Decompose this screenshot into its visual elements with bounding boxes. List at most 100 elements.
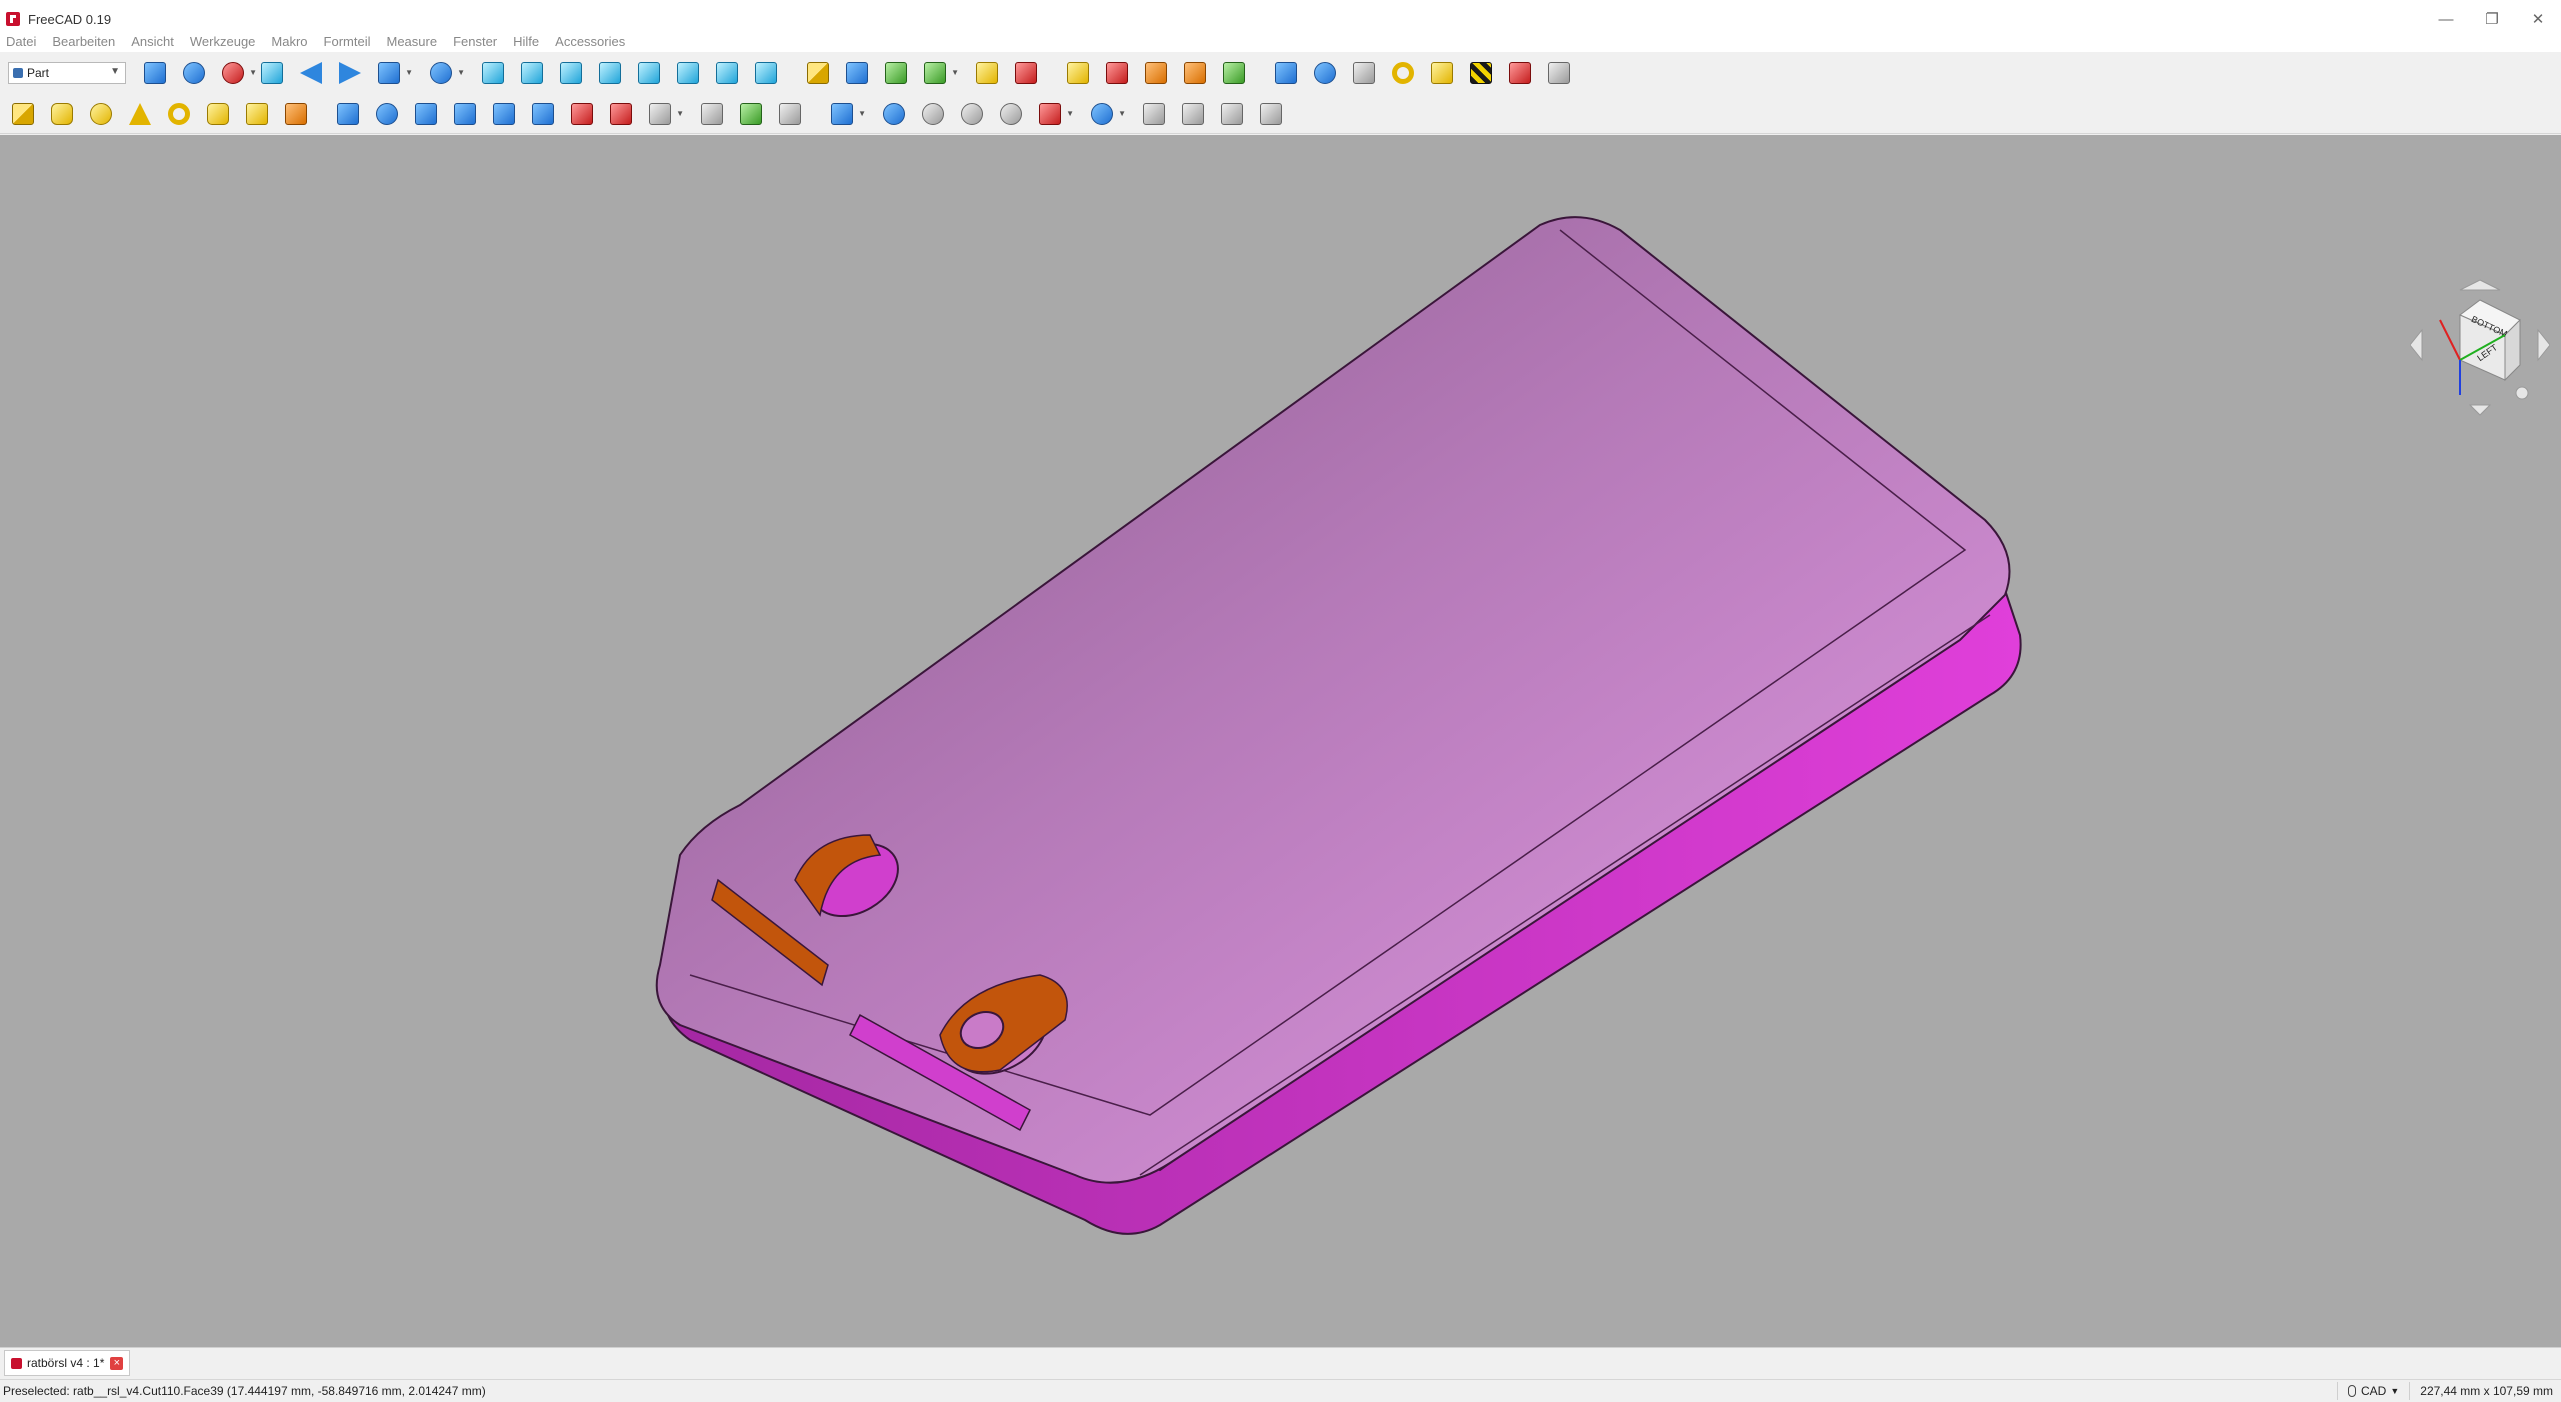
chamfer-button[interactable] (489, 99, 519, 129)
ruled-surface-button[interactable] (567, 99, 597, 129)
box-button[interactable] (8, 99, 38, 129)
menu-accessories[interactable]: Accessories (555, 34, 625, 49)
draw-style-button[interactable]: ▼ (218, 58, 257, 88)
macro-debug-button[interactable] (1141, 58, 1171, 88)
front-view-button[interactable] (517, 58, 547, 88)
split-button[interactable]: ▼ (1087, 99, 1126, 129)
fillet-button[interactable] (450, 99, 480, 129)
link-actions-button[interactable]: ▼ (920, 58, 959, 88)
close-tab-icon[interactable]: × (110, 1356, 124, 1370)
macro-step-button[interactable] (1180, 58, 1210, 88)
right-view-button[interactable] (595, 58, 625, 88)
document-tab[interactable]: ratbörsl v4 : 1* × (4, 1350, 131, 1376)
cut-button[interactable] (918, 99, 948, 129)
menu-makro[interactable]: Makro (271, 34, 307, 49)
shape-builder-button[interactable] (281, 99, 311, 129)
create-part-button[interactable] (803, 58, 833, 88)
make-face-button[interactable] (528, 99, 558, 129)
blue-shape-button[interactable] (1271, 58, 1301, 88)
macro-record-button[interactable] (972, 58, 1002, 88)
workbench-selector[interactable]: Part ▼ (8, 62, 126, 84)
left-view-button[interactable] (712, 58, 742, 88)
extrude-icon (337, 102, 359, 125)
measure-distance-icon (755, 62, 777, 84)
chamfer-icon (493, 102, 515, 125)
model-render[interactable] (0, 135, 2561, 1347)
status-right: CAD ▼ 227,44 mm x 107,59 mm (2337, 1380, 2553, 1402)
macro-toggle-icon (1223, 62, 1245, 84)
menu-fenster[interactable]: Fenster (453, 34, 497, 49)
dimensions-readout: 227,44 mm x 107,59 mm (2420, 1384, 2553, 1398)
back-button[interactable] (296, 58, 326, 88)
menu-hilfe[interactable]: Hilfe (513, 34, 539, 49)
navcube-arrow-bottom[interactable] (2468, 404, 2492, 416)
cylinder-button[interactable] (47, 99, 77, 129)
primitives-button[interactable] (242, 99, 272, 129)
macro-execute-button[interactable] (1102, 58, 1132, 88)
check-geometry-button[interactable] (1139, 99, 1169, 129)
compound-button[interactable]: ▼ (827, 99, 866, 129)
mirror-button[interactable] (411, 99, 441, 129)
revolve-button[interactable] (372, 99, 402, 129)
preselection-status: Preselected: ratb__rsl_v4.Cut110.Face39 … (3, 1384, 486, 1398)
texture-button[interactable] (1349, 58, 1379, 88)
sweep-button[interactable]: ▼ (645, 99, 684, 129)
navcube-arrow-right[interactable] (2537, 328, 2550, 362)
link-button[interactable] (881, 58, 911, 88)
3d-viewport[interactable]: BOTTOM LEFT x y z (0, 135, 2561, 1347)
stripes-button[interactable] (1466, 58, 1496, 88)
axonometric-view-button[interactable] (478, 58, 508, 88)
top-view-button[interactable] (556, 58, 586, 88)
menu-bearbeiten[interactable]: Bearbeiten (52, 34, 115, 49)
stack-button[interactable] (1427, 58, 1457, 88)
join-icon (1039, 102, 1061, 125)
attachment-button[interactable] (1217, 99, 1247, 129)
create-group-button[interactable] (842, 58, 872, 88)
offset-button[interactable] (775, 99, 805, 129)
projection-button[interactable] (1256, 99, 1286, 129)
section-button[interactable] (697, 99, 727, 129)
common-button[interactable] (996, 99, 1026, 129)
sphere-button[interactable] (86, 99, 116, 129)
solid-button[interactable] (1310, 58, 1340, 88)
cube-stack-button[interactable] (1505, 58, 1535, 88)
loft-button[interactable] (606, 99, 636, 129)
cross-sections-button[interactable] (736, 99, 766, 129)
sync-view-button[interactable]: ▼ (374, 58, 413, 88)
menu-formteil[interactable]: Formteil (324, 34, 371, 49)
macro-toggle-button[interactable] (1219, 58, 1249, 88)
fit-selection-button[interactable] (179, 58, 209, 88)
join-button[interactable]: ▼ (1035, 99, 1074, 129)
stripes-icon (1470, 62, 1492, 84)
ring-button[interactable] (1388, 58, 1418, 88)
navcube-menu-icon[interactable] (2515, 386, 2529, 400)
menu-datei[interactable]: Datei (6, 34, 36, 49)
cone-button[interactable] (125, 99, 155, 129)
measure-distance-button[interactable] (751, 58, 781, 88)
torus-button[interactable] (164, 99, 194, 129)
fillet-icon (454, 102, 476, 125)
defeaturing-button[interactable] (1178, 99, 1208, 129)
forward-button[interactable] (335, 58, 365, 88)
navcube-arrow-left[interactable] (2410, 328, 2423, 362)
menu-ansicht[interactable]: Ansicht (131, 34, 174, 49)
macro-stop-button[interactable] (1011, 58, 1041, 88)
workbench-label: Part (27, 66, 50, 80)
fuse-button[interactable] (957, 99, 987, 129)
bounding-box-button[interactable] (257, 58, 287, 88)
navigation-style-selector[interactable]: CAD ▼ (2337, 1382, 2411, 1400)
extrude-button[interactable] (333, 99, 363, 129)
navcube-arrow-top[interactable] (2459, 279, 2501, 291)
tube-button[interactable] (203, 99, 233, 129)
menu-measure[interactable]: Measure (386, 34, 437, 49)
rear-view-button[interactable] (634, 58, 664, 88)
image-icon (1548, 62, 1570, 84)
navigation-cube[interactable]: BOTTOM LEFT (2410, 275, 2550, 425)
image-button[interactable] (1544, 58, 1574, 88)
fit-all-button[interactable] (140, 58, 170, 88)
zoom-button[interactable]: ▼ (426, 58, 465, 88)
bottom-view-button[interactable] (673, 58, 703, 88)
menu-werkzeuge[interactable]: Werkzeuge (190, 34, 256, 49)
macro-edit-button[interactable] (1063, 58, 1093, 88)
boolean-button[interactable] (879, 99, 909, 129)
